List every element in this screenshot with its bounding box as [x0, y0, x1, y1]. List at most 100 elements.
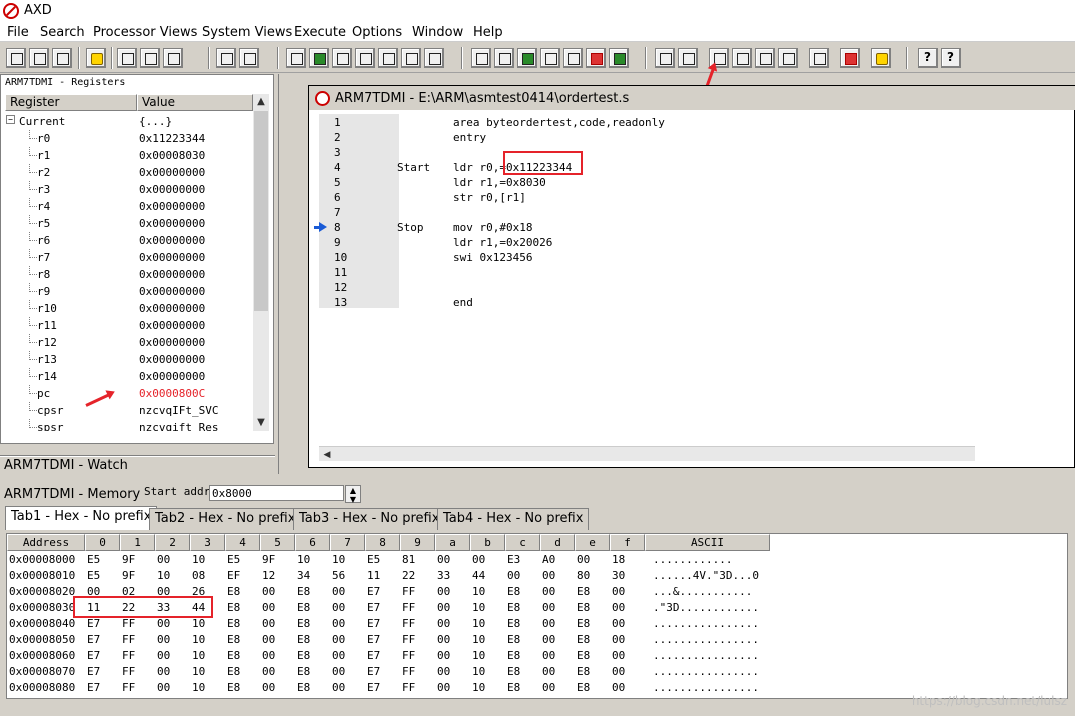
memory-byte[interactable]: FF [402, 601, 415, 614]
menu-window[interactable]: Window [412, 25, 463, 40]
memory-byte[interactable]: 00 [542, 569, 555, 582]
code-line[interactable]: 12 [309, 281, 1069, 296]
memory-byte[interactable]: E7 [87, 665, 100, 678]
memory-byte[interactable]: E8 [227, 681, 240, 694]
memory-column-header[interactable]: c [505, 534, 540, 551]
menu-execute[interactable]: Execute [294, 25, 346, 40]
menu-options[interactable]: Options [352, 25, 402, 40]
memory-byte[interactable]: E8 [227, 617, 240, 630]
memory-byte[interactable]: E8 [577, 681, 590, 694]
memory-byte[interactable]: 80 [577, 569, 590, 582]
memory-byte[interactable]: 81 [402, 553, 415, 566]
memory-byte[interactable]: E8 [507, 585, 520, 598]
memory-byte[interactable]: 12 [262, 569, 275, 582]
memory-row[interactable]: 0x00008000 E5 9F 00 10 E5 9F 10 10 E5 81 00 00 E3 A0 00… [7, 552, 1069, 568]
memory-byte[interactable]: 00 [262, 649, 275, 662]
register-group-row[interactable]: − Current {...} [1, 113, 251, 130]
memory-byte[interactable]: 00 [262, 617, 275, 630]
memory-byte[interactable]: 33 [437, 569, 450, 582]
memory-byte[interactable]: 00 [157, 649, 170, 662]
code-line[interactable]: 5 ldr r1,=0x8030 [309, 176, 1069, 191]
find-replace-button[interactable] [239, 48, 259, 68]
memory-byte[interactable]: E8 [577, 601, 590, 614]
memory-byte[interactable]: E8 [577, 633, 590, 646]
memory-byte[interactable]: FF [122, 633, 135, 646]
memory-byte[interactable]: E8 [577, 665, 590, 678]
menu-help[interactable]: Help [473, 25, 503, 40]
step-button[interactable] [732, 48, 752, 68]
context-help-button[interactable] [941, 48, 961, 68]
memory-tab-1[interactable]: Tab1 - Hex - No prefix [5, 506, 158, 530]
system-view-3-button[interactable] [517, 48, 537, 68]
memory-byte[interactable]: 00 [437, 617, 450, 630]
menu-search[interactable]: Search [40, 25, 85, 40]
memory-byte[interactable]: E8 [297, 681, 310, 694]
memory-column-header[interactable]: e [575, 534, 610, 551]
memory-byte[interactable]: 00 [332, 681, 345, 694]
memory-byte[interactable]: FF [402, 585, 415, 598]
register-row[interactable]: r13 0x00000000 [1, 351, 251, 368]
copy-button[interactable] [163, 48, 183, 68]
memory-byte[interactable]: E8 [297, 649, 310, 662]
memory-byte[interactable]: E8 [507, 617, 520, 630]
memory-column-header[interactable]: ASCII [645, 534, 770, 551]
memory-byte[interactable]: 00 [437, 553, 450, 566]
help-button[interactable] [918, 48, 938, 68]
system-view-6-button[interactable] [586, 48, 606, 68]
memory-byte[interactable]: 00 [262, 601, 275, 614]
memory-byte[interactable]: 00 [542, 649, 555, 662]
code-line[interactable]: 2 entry [309, 131, 1069, 146]
memory-byte[interactable]: E8 [227, 601, 240, 614]
collapse-icon[interactable]: − [6, 115, 15, 124]
memory-tab-4[interactable]: Tab4 - Hex - No prefix [437, 508, 590, 530]
memory-byte[interactable]: 00 [332, 601, 345, 614]
memory-byte[interactable]: 00 [262, 681, 275, 694]
memory-byte[interactable]: 10 [192, 649, 205, 662]
memory-byte[interactable]: E8 [507, 681, 520, 694]
memory-byte[interactable]: 00 [157, 681, 170, 694]
memory-byte[interactable]: 10 [192, 633, 205, 646]
register-row[interactable]: r7 0x00000000 [1, 249, 251, 266]
console-button[interactable] [563, 48, 583, 68]
registers-scrollbar[interactable]: ▲ ▼ [253, 94, 269, 431]
memory-byte[interactable]: E8 [297, 585, 310, 598]
memory-column-header[interactable]: 6 [295, 534, 330, 551]
memory-byte[interactable]: 00 [542, 633, 555, 646]
memory-byte[interactable]: 00 [262, 633, 275, 646]
memory-byte[interactable]: 00 [612, 665, 625, 678]
delete-button[interactable] [117, 48, 137, 68]
memory-byte[interactable]: 22 [402, 569, 415, 582]
memory-byte[interactable]: 10 [472, 585, 485, 598]
memory-byte[interactable]: 10 [192, 617, 205, 630]
memory-row[interactable]: 0x00008080 E7 FF 00 10 E8 00 E8 00 E7 FF 00 10 E8 00 E8… [7, 680, 1069, 696]
memory-column-header[interactable]: 1 [120, 534, 155, 551]
toggle-breakpoint-button[interactable] [809, 48, 829, 68]
memory-byte[interactable]: E5 [87, 553, 100, 566]
memory-byte[interactable]: 00 [577, 553, 590, 566]
search-button[interactable] [29, 48, 49, 68]
load-image-button[interactable] [6, 48, 26, 68]
memory-column-header[interactable]: 0 [85, 534, 120, 551]
register-row[interactable]: spsr nzcvqift_Res [1, 419, 251, 431]
memory-byte[interactable]: 10 [472, 649, 485, 662]
memory-byte[interactable]: 9F [122, 569, 135, 582]
memory-byte[interactable]: E7 [367, 633, 380, 646]
code-line[interactable]: 7 [309, 206, 1069, 221]
variables-view-button[interactable] [332, 48, 352, 68]
code-line[interactable]: 10 swi 0x123456 [309, 251, 1069, 266]
memory-byte[interactable]: 10 [192, 681, 205, 694]
memory-byte[interactable]: A0 [542, 553, 555, 566]
memory-byte[interactable]: E8 [507, 665, 520, 678]
register-row[interactable]: r2 0x00000000 [1, 164, 251, 181]
memory-byte[interactable]: E7 [367, 585, 380, 598]
memory-byte[interactable]: E5 [227, 553, 240, 566]
search-next-button[interactable] [52, 48, 72, 68]
memory-byte[interactable]: E8 [297, 601, 310, 614]
register-row[interactable]: r8 0x00000000 [1, 266, 251, 283]
memory-byte[interactable]: E7 [367, 681, 380, 694]
source-editor-window[interactable]: ARM7TDMI - E:\ARM\asmtest0414\ordertest.… [308, 85, 1075, 468]
memory-byte[interactable]: 10 [192, 553, 205, 566]
memory-column-header[interactable]: f [610, 534, 645, 551]
memory-byte[interactable]: EF [227, 569, 240, 582]
memory-byte[interactable]: 00 [332, 665, 345, 678]
